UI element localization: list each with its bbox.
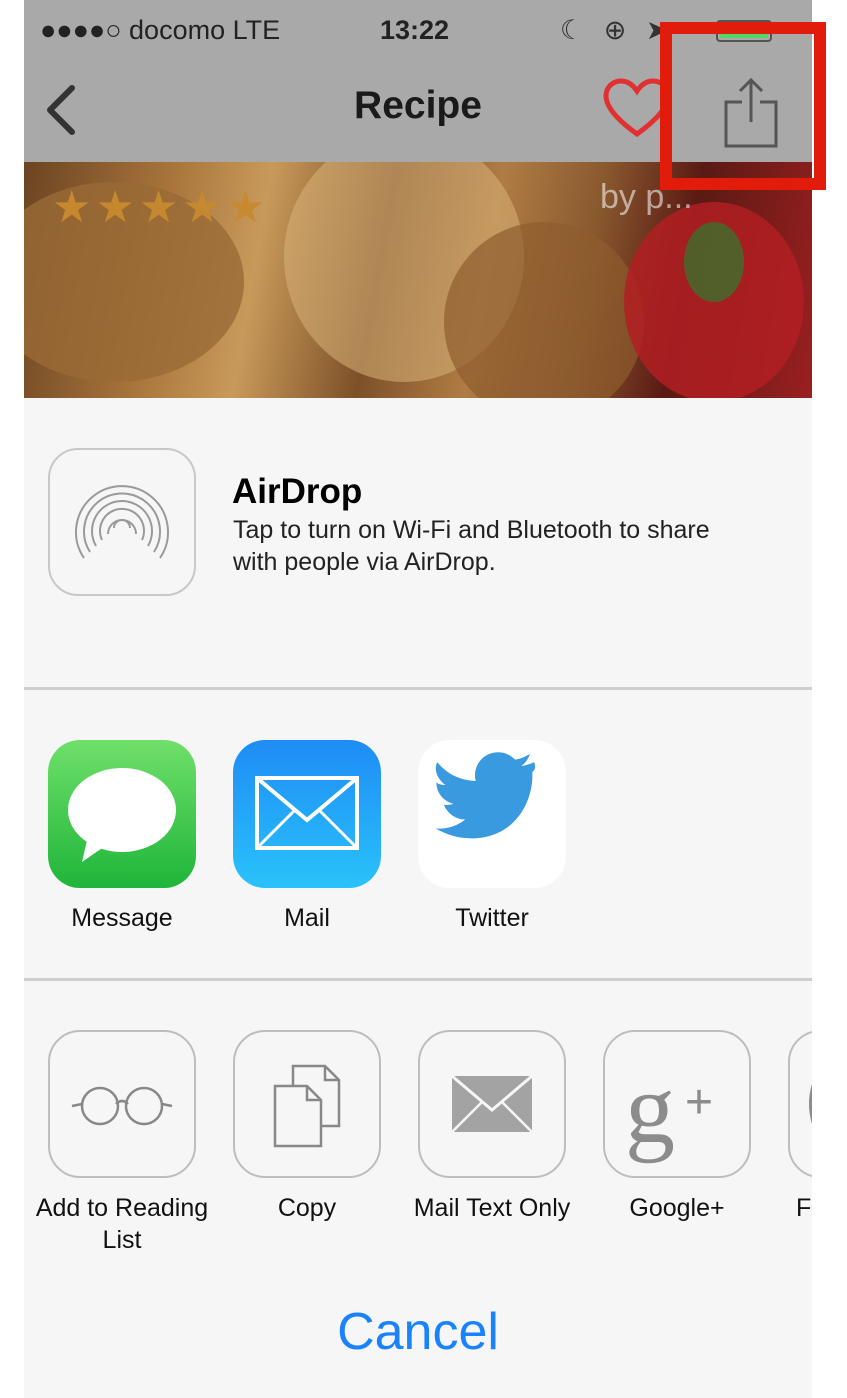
action-label: Mail Text Only (413, 1194, 571, 1222)
divider (24, 687, 812, 690)
divider (24, 978, 812, 981)
svg-text:g: g (625, 1053, 675, 1164)
recipe-photo: ★★★★★ by p... (24, 162, 812, 398)
airdrop-description: Tap to turn on Wi-Fi and Bluetooth to sh… (233, 516, 710, 576)
clock: 13:22 (380, 15, 450, 45)
partial-icon[interactable] (788, 1030, 812, 1178)
share-twitter[interactable]: Twitter (418, 740, 566, 934)
status-icons: ☾ ⊕ ➤ (560, 15, 675, 45)
phone-screen: ●●●●○ docomo LTE 13:22 ☾ ⊕ ➤ Recipe ★★★★… (24, 0, 812, 1398)
airdrop-title: AirDrop (232, 472, 363, 511)
share-mail[interactable]: Mail (233, 740, 381, 934)
carrier-label: ●●●●○ docomo LTE (40, 15, 281, 45)
share-app-label: Twitter (455, 904, 529, 932)
action-label: Google+ (629, 1194, 725, 1222)
envelope-icon[interactable] (418, 1030, 566, 1178)
copy-icon[interactable] (233, 1030, 381, 1178)
action-mail-text-only[interactable]: Mail Text Only (414, 1030, 570, 1224)
action-copy[interactable]: Copy (233, 1030, 381, 1224)
google-plus-icon[interactable]: g + (603, 1030, 751, 1178)
airdrop-section: AirDrop Tap to turn on Wi-Fi and Bluetoo… (24, 398, 812, 688)
action-label: Copy (277, 1194, 337, 1222)
action-label: F (796, 1194, 812, 1222)
message-icon[interactable] (48, 740, 196, 888)
share-app-label: Message (71, 904, 173, 932)
share-app-label: Mail (284, 904, 330, 932)
airdrop-icon[interactable] (48, 448, 196, 596)
action-google-plus[interactable]: g + Google+ (603, 1030, 751, 1224)
glasses-icon[interactable] (48, 1030, 196, 1178)
cancel-button[interactable]: Cancel (24, 1302, 812, 1362)
svg-text:+: + (685, 1076, 713, 1129)
action-partial[interactable]: F (788, 1030, 812, 1224)
action-add-reading-list[interactable]: Add to Reading List (36, 1030, 208, 1256)
action-label: Add to Reading List (35, 1194, 209, 1254)
rating-stars: ★★★★★ (52, 183, 270, 232)
share-message[interactable]: Message (48, 740, 196, 934)
twitter-icon[interactable] (418, 740, 566, 888)
mail-icon[interactable] (233, 740, 381, 888)
highlight-box (660, 22, 826, 190)
